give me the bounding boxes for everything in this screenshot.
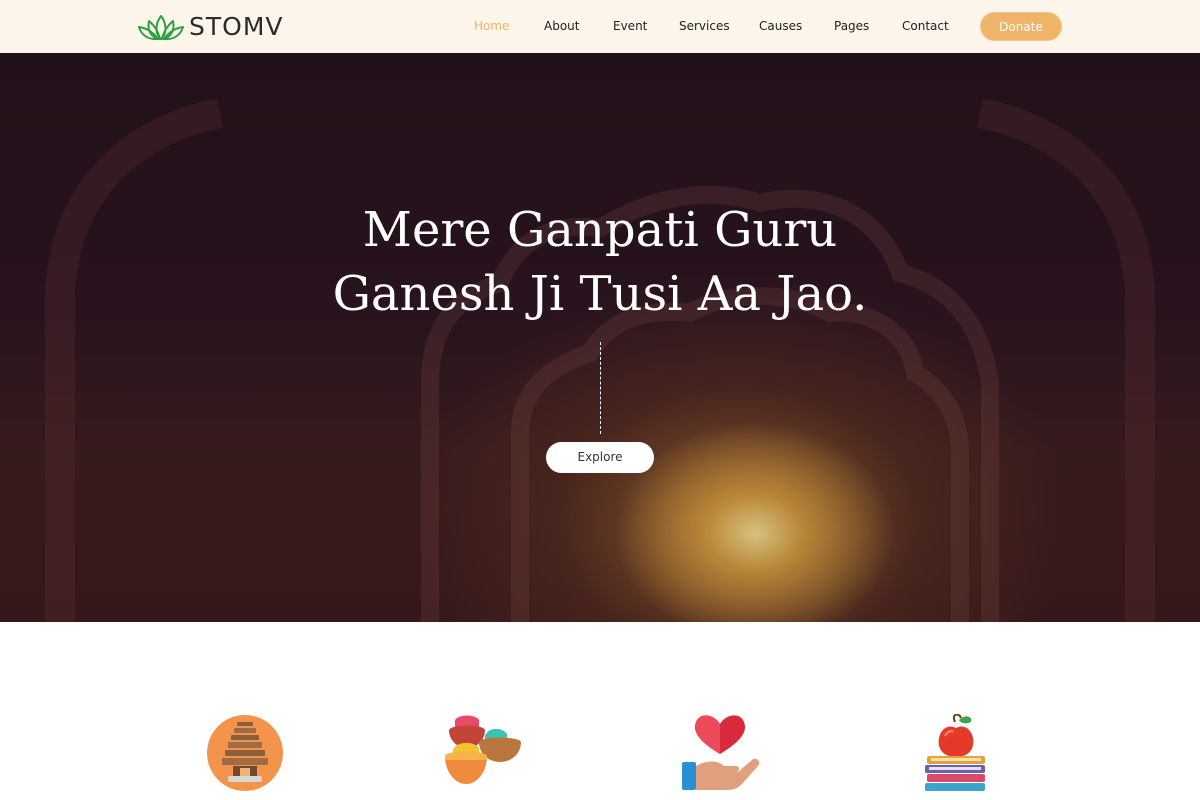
nav-about[interactable]: About [544, 17, 579, 35]
brand-name: STOMV [189, 12, 284, 41]
nav-pages[interactable]: Pages [834, 17, 869, 35]
nav-contact[interactable]: Contact [902, 17, 949, 35]
features-section [0, 622, 1200, 800]
temple-arch-background [0, 53, 1200, 622]
color-powder-bowls-icon [441, 714, 523, 798]
hero-title-line-2: Ganesh Ji Tusi Aa Jao. [332, 266, 868, 322]
hero-banner: Mere Ganpati Guru Ganesh Ji Tusi Aa Jao.… [0, 53, 1200, 622]
explore-button[interactable]: Explore [546, 442, 654, 473]
nav-causes[interactable]: Causes [759, 17, 802, 35]
dashed-divider [600, 342, 601, 434]
donate-button[interactable]: Donate [980, 12, 1062, 41]
brand-logo[interactable]: STOMV [137, 11, 284, 43]
apple-on-books-icon [921, 713, 991, 798]
top-navbar: STOMV Home About Event Services Causes P… [0, 0, 1200, 53]
hero-title-line-1: Mere Ganpati Guru [362, 202, 838, 258]
nav-services[interactable]: Services [679, 17, 730, 35]
hero-title: Mere Ganpati Guru Ganesh Ji Tusi Aa Jao. [0, 198, 1200, 326]
nav-home[interactable]: Home [474, 17, 509, 35]
nav-event[interactable]: Event [613, 17, 647, 35]
temple-icon [206, 714, 284, 796]
heart-in-hand-icon [680, 714, 760, 798]
lotus-logo-icon [137, 12, 185, 42]
